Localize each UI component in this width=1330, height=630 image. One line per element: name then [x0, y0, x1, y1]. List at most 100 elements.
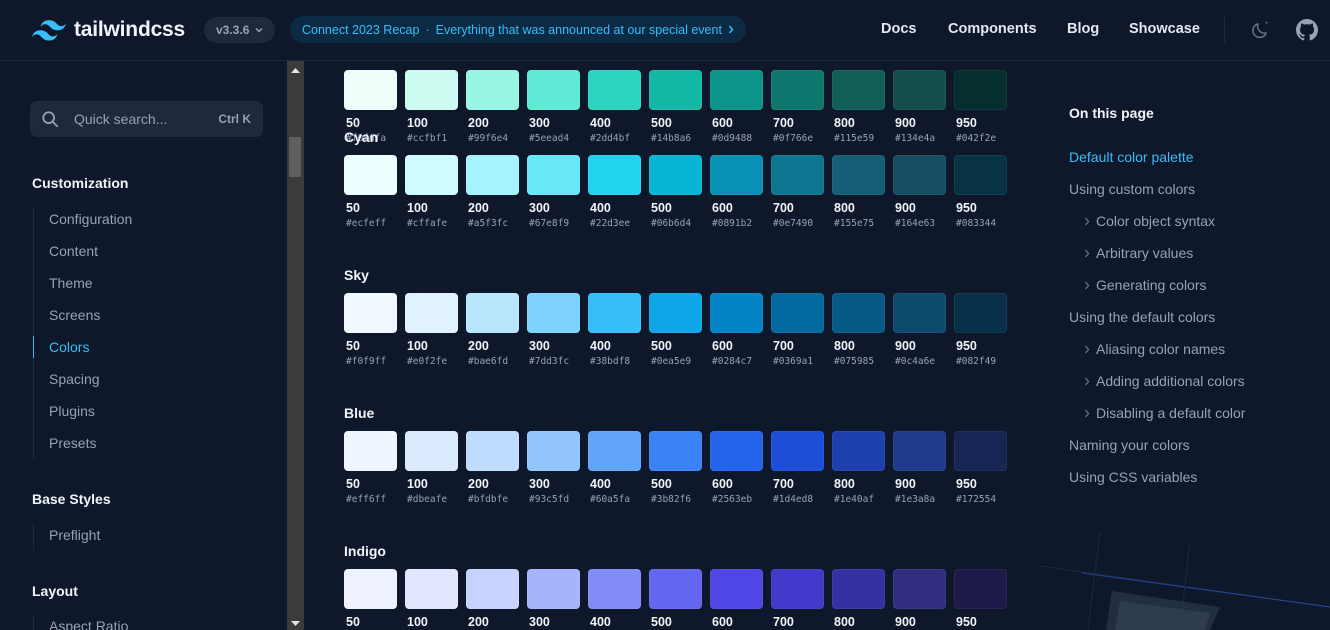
- scroll-up-arrow-icon[interactable]: [287, 63, 304, 77]
- swatch-indigo-950[interactable]: [954, 569, 1007, 609]
- swatch-indigo-200[interactable]: [466, 569, 519, 609]
- swatch-cyan-700[interactable]: [771, 155, 824, 195]
- shade-hex[interactable]: #042f2e: [956, 133, 996, 144]
- tailwind-logo[interactable]: tailwindcss: [32, 18, 185, 42]
- shade-hex[interactable]: #60a5fa: [590, 494, 630, 505]
- sidebar-item-aspect-ratio[interactable]: Aspect Ratio: [49, 618, 128, 630]
- shade-hex[interactable]: #155e75: [834, 218, 874, 229]
- swatch-cyan-100[interactable]: [405, 155, 458, 195]
- swatch-indigo-400[interactable]: [588, 569, 641, 609]
- sidebar-item-screens[interactable]: Screens: [49, 307, 100, 323]
- shade-hex[interactable]: #164e63: [895, 218, 935, 229]
- shade-hex[interactable]: #bfdbfe: [468, 494, 508, 505]
- toc-item-default-color-palette[interactable]: Default color palette: [1069, 149, 1194, 165]
- swatch-cyan-900[interactable]: [893, 155, 946, 195]
- swatch-indigo-600[interactable]: [710, 569, 763, 609]
- toc-item-naming-your-colors[interactable]: Naming your colors: [1069, 437, 1190, 453]
- shade-hex[interactable]: #22d3ee: [590, 218, 630, 229]
- toc-item-using-css-variables[interactable]: Using CSS variables: [1069, 469, 1197, 485]
- swatch-top-300[interactable]: [527, 70, 580, 110]
- swatch-blue-400[interactable]: [588, 431, 641, 471]
- shade-hex[interactable]: #075985: [834, 356, 874, 367]
- sidebar-item-theme[interactable]: Theme: [49, 275, 93, 291]
- scrollbar-thumb[interactable]: [289, 137, 301, 177]
- swatch-blue-700[interactable]: [771, 431, 824, 471]
- sidebar-scrollbar[interactable]: [287, 61, 304, 630]
- swatch-cyan-950[interactable]: [954, 155, 1007, 195]
- sidebar-item-colors[interactable]: Colors: [49, 339, 89, 355]
- shade-hex[interactable]: #38bdf8: [590, 356, 630, 367]
- swatch-blue-500[interactable]: [649, 431, 702, 471]
- swatch-top-600[interactable]: [710, 70, 763, 110]
- theme-toggle-icon[interactable]: [1250, 19, 1272, 41]
- shade-hex[interactable]: #a5f3fc: [468, 218, 508, 229]
- shade-hex[interactable]: #2dd4bf: [590, 133, 630, 144]
- shade-hex[interactable]: #14b8a6: [651, 133, 691, 144]
- swatch-sky-300[interactable]: [527, 293, 580, 333]
- shade-hex[interactable]: #0f766e: [773, 133, 813, 144]
- quick-search-button[interactable]: Quick search... Ctrl K: [30, 101, 263, 137]
- swatch-cyan-800[interactable]: [832, 155, 885, 195]
- swatch-sky-600[interactable]: [710, 293, 763, 333]
- swatch-blue-950[interactable]: [954, 431, 1007, 471]
- shade-hex[interactable]: #eff6ff: [346, 494, 386, 505]
- shade-hex[interactable]: #ecfeff: [346, 218, 386, 229]
- swatch-cyan-200[interactable]: [466, 155, 519, 195]
- shade-hex[interactable]: #0369a1: [773, 356, 813, 367]
- shade-hex[interactable]: #0891b2: [712, 218, 752, 229]
- swatch-indigo-500[interactable]: [649, 569, 702, 609]
- shade-hex[interactable]: #e0f2fe: [407, 356, 447, 367]
- toc-item-color-object-syntax[interactable]: Color object syntax: [1096, 213, 1215, 229]
- swatch-sky-400[interactable]: [588, 293, 641, 333]
- nav-docs[interactable]: Docs: [881, 21, 916, 37]
- swatch-cyan-50[interactable]: [344, 155, 397, 195]
- swatch-top-700[interactable]: [771, 70, 824, 110]
- shade-hex[interactable]: #134e4a: [895, 133, 935, 144]
- toc-item-adding-additional-colors[interactable]: Adding additional colors: [1096, 373, 1245, 389]
- shade-hex[interactable]: #0d9488: [712, 133, 752, 144]
- swatch-indigo-100[interactable]: [405, 569, 458, 609]
- sidebar-item-content[interactable]: Content: [49, 243, 98, 259]
- github-icon[interactable]: [1296, 19, 1318, 41]
- shade-hex[interactable]: #082f49: [956, 356, 996, 367]
- shade-hex[interactable]: #93c5fd: [529, 494, 569, 505]
- sidebar-item-preflight[interactable]: Preflight: [49, 527, 100, 543]
- swatch-cyan-500[interactable]: [649, 155, 702, 195]
- swatch-sky-900[interactable]: [893, 293, 946, 333]
- shade-hex[interactable]: #dbeafe: [407, 494, 447, 505]
- shade-hex[interactable]: #5eead4: [529, 133, 569, 144]
- shade-hex[interactable]: #115e59: [834, 133, 874, 144]
- shade-hex[interactable]: #0284c7: [712, 356, 752, 367]
- toc-item-arbitrary-values[interactable]: Arbitrary values: [1096, 245, 1193, 261]
- swatch-blue-300[interactable]: [527, 431, 580, 471]
- shade-hex[interactable]: #2563eb: [712, 494, 752, 505]
- swatch-top-500[interactable]: [649, 70, 702, 110]
- swatch-cyan-400[interactable]: [588, 155, 641, 195]
- toc-item-using-the-default-colors[interactable]: Using the default colors: [1069, 309, 1215, 325]
- shade-hex[interactable]: #67e8f9: [529, 218, 569, 229]
- toc-item-disabling-a-default-color[interactable]: Disabling a default color: [1096, 405, 1245, 421]
- swatch-sky-950[interactable]: [954, 293, 1007, 333]
- swatch-top-100[interactable]: [405, 70, 458, 110]
- shade-hex[interactable]: #0e7490: [773, 218, 813, 229]
- shade-hex[interactable]: #1e40af: [834, 494, 874, 505]
- swatch-cyan-300[interactable]: [527, 155, 580, 195]
- swatch-top-400[interactable]: [588, 70, 641, 110]
- toc-item-using-custom-colors[interactable]: Using custom colors: [1069, 181, 1195, 197]
- swatch-blue-200[interactable]: [466, 431, 519, 471]
- swatch-indigo-300[interactable]: [527, 569, 580, 609]
- version-dropdown[interactable]: v3.3.6: [204, 17, 276, 43]
- toc-item-generating-colors[interactable]: Generating colors: [1096, 277, 1207, 293]
- swatch-top-800[interactable]: [832, 70, 885, 110]
- swatch-top-200[interactable]: [466, 70, 519, 110]
- shade-hex[interactable]: #1d4ed8: [773, 494, 813, 505]
- swatch-blue-900[interactable]: [893, 431, 946, 471]
- swatch-blue-100[interactable]: [405, 431, 458, 471]
- swatch-indigo-700[interactable]: [771, 569, 824, 609]
- sidebar-item-spacing[interactable]: Spacing: [49, 371, 100, 387]
- nav-blog[interactable]: Blog: [1067, 21, 1099, 37]
- swatch-sky-100[interactable]: [405, 293, 458, 333]
- shade-hex[interactable]: #3b82f6: [651, 494, 691, 505]
- swatch-indigo-800[interactable]: [832, 569, 885, 609]
- shade-hex[interactable]: #0c4a6e: [895, 356, 935, 367]
